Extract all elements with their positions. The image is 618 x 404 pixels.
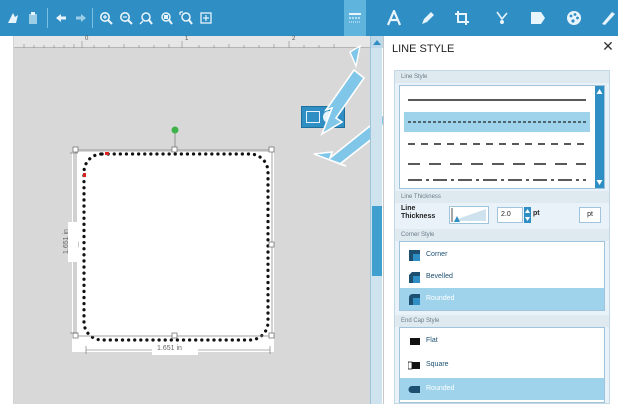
- section-header-end-cap-style: End Cap Style: [395, 315, 609, 327]
- crop-icon[interactable]: [452, 0, 472, 36]
- line-style-option-dash-fine[interactable]: [404, 112, 590, 132]
- scrollbar-thumb[interactable]: [372, 206, 382, 276]
- zoom-in-icon[interactable]: [97, 0, 115, 36]
- corner-style-list: Corner Bevelled Rounded: [399, 241, 605, 311]
- thickness-stepper[interactable]: [524, 207, 531, 223]
- section-header-line-thickness: Line Thickness: [395, 191, 609, 203]
- width-dimension-label: 1.651 in: [157, 345, 182, 352]
- panel-title: LINE STYLE: [392, 43, 455, 55]
- cap-round-icon: [408, 386, 420, 393]
- zoom-fit-icon[interactable]: [137, 0, 155, 36]
- corner-option-label: Corner: [426, 251, 448, 258]
- line-thickness-slider[interactable]: [449, 206, 489, 224]
- corner-option-label: Bevelled: [426, 273, 453, 280]
- line-style-panel: LINE STYLE ✕ Line Style Line Thickness L…: [383, 36, 618, 404]
- line-style-option-dash-long[interactable]: [404, 154, 590, 174]
- cap-flat-icon: [410, 338, 420, 345]
- thickness-unit-label: pt: [533, 210, 540, 217]
- zoom-all-icon[interactable]: [177, 0, 195, 36]
- top-toolbar: [0, 0, 618, 36]
- paste-icon[interactable]: [24, 0, 42, 36]
- corner-option-label: Rounded: [426, 295, 455, 302]
- close-icon[interactable]: ✕: [600, 38, 616, 54]
- line-thickness-label-line1: Line: [401, 205, 416, 212]
- ruler-mark-0: 0: [85, 36, 89, 42]
- section-header-line-style: Line Style: [395, 71, 609, 83]
- app-window: 0 1 2 1.651 in 1.651 in LINE STYLE ✕ Lin…: [0, 0, 618, 404]
- line-thickness-label: Line Thickness: [401, 205, 435, 221]
- line-style-option-solid[interactable]: [404, 90, 590, 110]
- toolbar-separator: [47, 8, 48, 28]
- line-style-list[interactable]: [399, 85, 605, 189]
- node-edit-icon[interactable]: [492, 0, 512, 36]
- canvas-vertical-scrollbar[interactable]: [370, 36, 383, 404]
- line-thickness-label-line2: Thickness: [401, 213, 436, 220]
- line-style-scrollbar[interactable]: [595, 86, 604, 188]
- corner-square-icon: [409, 250, 420, 261]
- corner-option-corner[interactable]: Corner: [400, 244, 604, 266]
- toolbar-separator: [92, 8, 93, 28]
- line-style-option-dash-medium[interactable]: [404, 134, 590, 154]
- section-header-corner-style: Corner Style: [395, 229, 609, 241]
- thickness-unit-dropdown[interactable]: pt: [579, 207, 601, 223]
- ruler-mark-1: 1: [185, 36, 189, 42]
- corner-round-icon: [409, 294, 420, 305]
- eraser-icon[interactable]: [598, 0, 618, 36]
- end-cap-option-square[interactable]: Square: [400, 354, 604, 376]
- zoom-selection-icon[interactable]: [157, 0, 175, 36]
- line-style-option-dash-dot[interactable]: [404, 174, 590, 188]
- panel-content: Line Style Line Thickness Line Thickness…: [394, 70, 610, 404]
- end-cap-option-label: Rounded: [426, 385, 455, 392]
- end-cap-option-rounded[interactable]: Rounded: [400, 378, 604, 400]
- end-cap-option-label: Flat: [426, 337, 438, 344]
- zoom-out-icon[interactable]: [117, 0, 135, 36]
- color-palette-icon[interactable]: [564, 0, 584, 36]
- height-dimension-label: 1.651 in: [62, 229, 70, 254]
- shape-icon[interactable]: [528, 0, 548, 36]
- corner-option-rounded[interactable]: Rounded: [400, 288, 604, 310]
- undo-icon[interactable]: [52, 0, 70, 36]
- pick-tool-icon[interactable]: [4, 0, 22, 36]
- redo-icon[interactable]: [72, 0, 90, 36]
- corner-option-bevelled[interactable]: Bevelled: [400, 266, 604, 288]
- vertical-ruler: [0, 36, 14, 404]
- cap-square-icon: [408, 361, 420, 370]
- line-thickness-row: Line Thickness 2.0 pt pt: [399, 205, 605, 227]
- end-cap-option-label: Square: [426, 361, 449, 368]
- line-style-icon[interactable]: [344, 0, 366, 36]
- scroll-up-arrow-icon[interactable]: [371, 36, 383, 48]
- add-page-icon[interactable]: [197, 0, 215, 36]
- pen-icon[interactable]: [418, 0, 438, 36]
- corner-bevel-icon: [409, 272, 420, 283]
- end-cap-option-flat[interactable]: Flat: [400, 330, 604, 352]
- end-cap-style-list: Flat Square Rounded: [399, 327, 605, 403]
- drawing-canvas[interactable]: 1.651 in 1.651 in: [14, 44, 390, 404]
- line-thickness-input[interactable]: 2.0: [497, 207, 523, 223]
- text-icon[interactable]: [384, 0, 404, 36]
